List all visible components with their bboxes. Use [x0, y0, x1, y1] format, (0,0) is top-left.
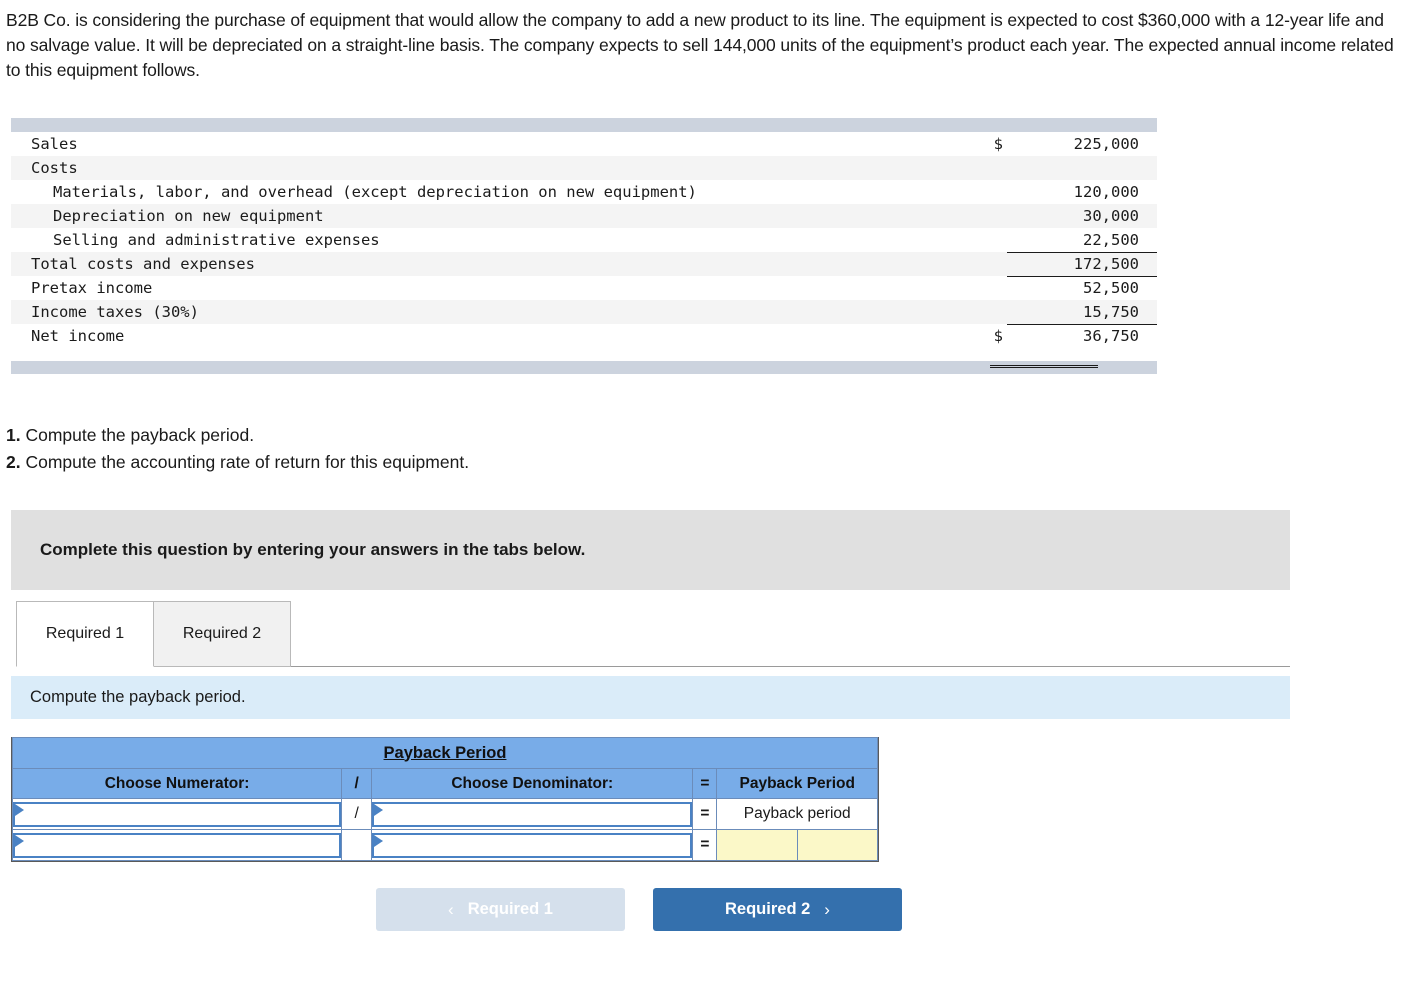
result-label-row1: Payback period	[716, 798, 878, 830]
net-income-double-rule	[990, 365, 1098, 368]
requirement-text: Compute the accounting rate of return fo…	[20, 452, 470, 472]
header-equals: =	[692, 768, 718, 799]
tab-navigation: ‹ Required 1 Required 2 ›	[376, 888, 902, 931]
row-currency: $	[993, 135, 1003, 153]
table-row: Pretax income 52,500	[11, 276, 1157, 300]
header-choose-numerator: Choose Numerator:	[11, 768, 343, 799]
row-currency	[981, 228, 1007, 252]
table-header-row: Choose Numerator: / Choose Denominator: …	[11, 768, 878, 799]
table-row: Income taxes (30%) 15,750	[11, 300, 1157, 325]
requirement-item-1: 1. Compute the payback period.	[6, 422, 469, 449]
row-label: Materials, labor, and overhead (except d…	[53, 183, 697, 201]
income-statement-table: Sales $ 225,000 Costs Materials, labor, …	[11, 118, 1157, 374]
tab-label: Required 2	[182, 625, 262, 642]
instruction-banner: Complete this question by entering your …	[11, 510, 1290, 590]
requirement-number: 2.	[6, 452, 21, 472]
requirement-number: 1.	[6, 425, 21, 445]
header-choose-denominator: Choose Denominator:	[371, 768, 694, 799]
row-label: Depreciation on new equipment	[11, 204, 981, 228]
tab-required-1[interactable]: Required 1	[16, 601, 154, 667]
payback-period-answer-table: Payback Period Choose Numerator: / Choos…	[11, 737, 879, 862]
tab-prompt-bar: Compute the payback period.	[11, 676, 1290, 719]
slash-cell-row1: /	[341, 798, 373, 830]
table-top-bar	[11, 118, 1157, 132]
row-currency	[981, 156, 1007, 180]
row-amount: 15,750	[1007, 300, 1157, 325]
result-answer-cells-row2	[716, 829, 878, 861]
table-row: Net income $ 36,750	[11, 324, 1157, 348]
row-currency	[981, 276, 1007, 300]
row-amount: 22,500	[1007, 228, 1157, 253]
tab-required-2[interactable]: Required 2	[153, 601, 291, 667]
table-title-row: Payback Period	[12, 737, 878, 769]
denominator-dropdown-row2[interactable]	[372, 832, 693, 858]
question-page: B2B Co. is considering the purchase of e…	[0, 0, 1417, 981]
equals-cell-row1: =	[692, 798, 718, 830]
row-label: Total costs and expenses	[11, 252, 981, 276]
row-currency	[981, 180, 1007, 204]
numerator-dropdown-row2[interactable]	[13, 832, 342, 858]
table-bottom-bar	[11, 361, 1157, 374]
denominator-cell-row2	[371, 829, 694, 861]
table-row: Costs	[11, 156, 1157, 180]
row-amount	[1007, 156, 1157, 180]
income-statement-grid: Sales $ 225,000 Costs Materials, labor, …	[11, 132, 1157, 348]
row-label: Net income	[31, 327, 125, 345]
row-currency	[981, 300, 1007, 324]
question-intro-paragraph: B2B Co. is considering the purchase of e…	[6, 10, 1394, 80]
row-amount: 120,000	[1073, 183, 1139, 201]
equals-cell-row2: =	[692, 829, 718, 861]
row-amount: 36,750	[1083, 327, 1139, 346]
prev-required-1-button[interactable]: ‹ Required 1	[376, 888, 625, 931]
chevron-left-icon: ‹	[448, 899, 454, 919]
payback-table-title: Payback Period	[12, 737, 878, 769]
row-label: Income taxes (30%)	[11, 300, 981, 324]
row-amount: 225,000	[1073, 135, 1139, 153]
row-label: Costs	[11, 156, 981, 180]
numerator-dropdown-row1[interactable]	[13, 801, 342, 827]
result-answer-left-row2[interactable]	[717, 830, 798, 860]
table-row: Total costs and expenses 172,500	[11, 252, 1157, 277]
tab-label: Required 1	[45, 625, 125, 642]
table-row: Depreciation on new equipment 30,000	[11, 204, 1157, 228]
header-payback-period: Payback Period	[716, 768, 878, 799]
table-row: Materials, labor, and overhead (except d…	[11, 180, 1157, 204]
numerator-cell-row1	[11, 798, 343, 830]
denominator-cell-row1	[371, 798, 694, 830]
row-currency	[981, 204, 1007, 228]
next-button-label: Required 2	[725, 900, 811, 918]
next-required-2-button[interactable]: Required 2 ›	[653, 888, 902, 931]
row-currency	[981, 252, 1007, 276]
tab-prompt-text: Compute the payback period.	[30, 688, 246, 706]
row-currency: $	[993, 327, 1003, 345]
tab-strip: Required 1 Required 2	[16, 601, 291, 667]
table-row: =	[11, 829, 878, 861]
denominator-dropdown-row1[interactable]	[372, 801, 693, 827]
row-amount: 52,500	[1083, 279, 1139, 298]
row-amount: 30,000	[1007, 204, 1157, 228]
table-row: / = Payback period	[11, 798, 878, 830]
instruction-banner-text: Complete this question by entering your …	[40, 540, 586, 559]
row-label: Selling and administrative expenses	[53, 231, 380, 249]
prev-button-label: Required 1	[467, 900, 553, 918]
row-label: Sales	[31, 135, 78, 153]
row-amount: 172,500	[1007, 252, 1157, 277]
requirements-list: 1. Compute the payback period. 2. Comput…	[6, 422, 469, 476]
numerator-cell-row2	[11, 829, 343, 861]
table-row: Selling and administrative expenses 22,5…	[11, 228, 1157, 253]
chevron-right-icon: ›	[824, 899, 830, 919]
header-slash: /	[341, 768, 373, 799]
payback-period-grid: Payback Period Choose Numerator: / Choos…	[11, 737, 878, 861]
result-answer-right-row2[interactable]	[797, 830, 877, 860]
slash-cell-row2	[341, 829, 373, 861]
requirement-text: Compute the payback period.	[20, 425, 255, 445]
row-label: Pretax income	[31, 279, 153, 297]
table-row: Sales $ 225,000	[11, 132, 1157, 156]
requirement-item-2: 2. Compute the accounting rate of return…	[6, 449, 469, 476]
